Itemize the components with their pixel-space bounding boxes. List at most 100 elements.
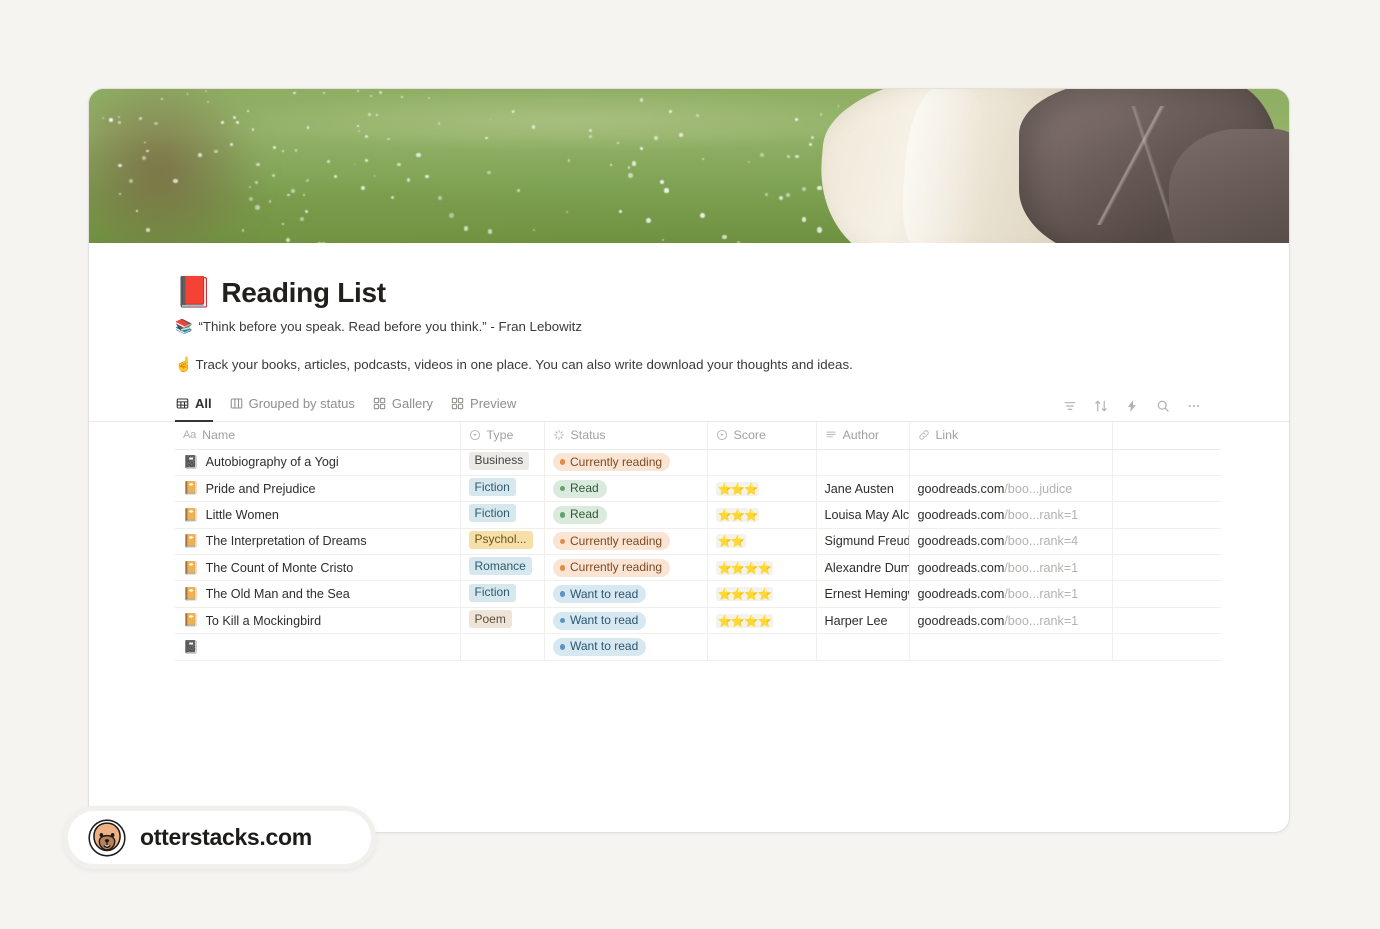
page-description: ☝️ Track your books, articles, podcasts,… (89, 356, 1289, 373)
cell-name[interactable]: 📓 Autobiography of a Yogi (175, 449, 461, 476)
table-row[interactable]: 📔 To Kill a Mockingbird Poem Want to read ⭐⭐… (175, 607, 1221, 635)
cell-status[interactable]: Currently reading (544, 449, 708, 476)
cell-type[interactable]: Psychol... (460, 528, 545, 556)
column-header-link[interactable]: Link (909, 422, 1113, 450)
cell-type[interactable]: Fiction (460, 475, 545, 503)
cell-link[interactable] (909, 449, 1113, 476)
cell-status[interactable]: Currently reading (544, 554, 708, 582)
table-row[interactable]: 📔 Little Women Fiction Read ⭐⭐⭐ Louisa May Al… (175, 501, 1221, 529)
cell-score[interactable]: ⭐⭐ (707, 528, 817, 556)
table-row[interactable]: 📓 Want to read (175, 633, 1221, 661)
cell-author[interactable]: Alexandre Dumas (816, 554, 910, 582)
cell-score[interactable]: ⭐⭐⭐ (707, 475, 817, 503)
search-icon[interactable] (1154, 397, 1172, 415)
table-row[interactable]: 📔 The Count of Monte Cristo Romance Current… (175, 554, 1221, 582)
cell-name[interactable]: 📔 Little Women (175, 501, 461, 529)
cell-link[interactable]: goodreads.com/boo...rank=4 (909, 528, 1113, 556)
cell-name[interactable]: 📔 To Kill a Mockingbird (175, 607, 461, 635)
cell-author[interactable] (816, 449, 910, 476)
cell-type[interactable]: Poem (460, 607, 545, 635)
tab-gallery[interactable]: Gallery (372, 393, 434, 422)
cell-author[interactable]: Louisa May Alcott (816, 501, 910, 529)
cell-name[interactable]: 📓 (175, 633, 461, 661)
book-icon: 📔 (183, 481, 199, 496)
cell-link[interactable]: goodreads.com/boo...rank=1 (909, 580, 1113, 608)
otter-face-icon (88, 818, 126, 857)
automation-icon[interactable] (1123, 397, 1141, 415)
link-domain: goodreads.com (917, 534, 1005, 549)
cell-link[interactable]: goodreads.com/boo...rank=1 (909, 501, 1113, 529)
page-icon-emoji[interactable]: 📕 (175, 278, 212, 308)
cell-status[interactable]: Currently reading (544, 528, 708, 556)
cell-author[interactable]: Harper Lee (816, 607, 910, 635)
cell-status[interactable]: Want to read (544, 580, 708, 608)
more-options-icon[interactable] (1185, 397, 1203, 415)
column-header-type-label: Type (486, 428, 514, 443)
cell-author[interactable]: Ernest Hemingway (816, 580, 910, 608)
cell-link[interactable]: goodreads.com/boo...rank=1 (909, 554, 1113, 582)
status-dot-icon (559, 565, 565, 571)
table-row[interactable]: 📓 Autobiography of a Yogi Business Currentl… (175, 449, 1221, 476)
status-dot-icon (559, 485, 565, 492)
column-header-type[interactable]: Type (460, 422, 545, 450)
database-table-container: Aa Name Type Status Score Author Link 📓 … (89, 422, 1289, 661)
page-title[interactable]: Reading List (221, 277, 386, 309)
status-spinner-icon (553, 429, 565, 441)
cell-status[interactable]: Read (544, 501, 708, 529)
cell-status[interactable]: Want to read (544, 607, 708, 635)
status-label: Currently reading (570, 454, 663, 469)
cell-type[interactable]: Romance (460, 554, 545, 582)
tab-grouped-by-status-label: Grouped by status (248, 395, 355, 411)
column-header-name[interactable]: Aa Name (175, 422, 461, 450)
cell-type[interactable]: Business (460, 449, 545, 476)
page-description-text: Track your books, articles, podcasts, vi… (195, 357, 853, 372)
link-path: /boo...rank=1 (1004, 560, 1079, 575)
tab-preview[interactable]: Preview (450, 393, 517, 422)
cell-name[interactable]: 📔 The Interpretation of Dreams (175, 528, 461, 556)
cell-type[interactable]: Fiction (460, 580, 545, 608)
tab-grouped-by-status[interactable]: Grouped by status (229, 393, 356, 422)
cell-link[interactable]: goodreads.com/boo...rank=1 (909, 607, 1113, 635)
cell-link[interactable]: goodreads.com/boo...judice (909, 475, 1113, 503)
cell-score[interactable]: ⭐⭐⭐⭐ (707, 554, 817, 582)
cell-score[interactable] (707, 449, 817, 476)
column-header-author[interactable]: Author (816, 422, 910, 450)
tab-all[interactable]: All (175, 393, 213, 422)
cell-blank (1112, 554, 1221, 582)
link-icon (918, 429, 930, 441)
cell-score[interactable]: ⭐⭐⭐⭐ (707, 607, 817, 635)
cell-link[interactable] (909, 633, 1113, 661)
cell-status[interactable]: Read (544, 475, 708, 503)
link-domain: goodreads.com (917, 587, 1005, 602)
cell-score[interactable] (707, 633, 817, 661)
score-stars: ⭐⭐⭐ (715, 481, 760, 496)
type-tag: Business (468, 451, 530, 470)
table-row[interactable]: 📔 The Interpretation of Dreams Psychol... C… (175, 528, 1221, 556)
cell-blank (1112, 475, 1221, 503)
cell-status[interactable]: Want to read (544, 633, 708, 661)
book-title: The Old Man and the Sea (205, 587, 350, 602)
status-label: Read (570, 481, 599, 496)
table-row[interactable]: 📔 Pride and Prejudice Fiction Read ⭐⭐⭐ Jane A… (175, 475, 1221, 503)
table-row[interactable]: 📔 The Old Man and the Sea Fiction Want to r… (175, 580, 1221, 608)
cell-type[interactable] (460, 633, 545, 661)
cell-name[interactable]: 📔 Pride and Prejudice (175, 475, 461, 503)
sort-icon[interactable] (1092, 397, 1110, 415)
view-tabs: All Grouped by status Gallery Preview (175, 392, 517, 422)
page-quote: 📚 “Think before you speak. Read before y… (89, 318, 1289, 335)
cell-author[interactable] (816, 633, 910, 661)
cell-author[interactable]: Jane Austen (816, 475, 910, 503)
cell-name[interactable]: 📔 The Count of Monte Cristo (175, 554, 461, 582)
status-badge: Want to read (552, 585, 647, 604)
cell-type[interactable]: Fiction (460, 501, 545, 529)
column-header-blank (1112, 422, 1221, 450)
column-header-score[interactable]: Score (707, 422, 817, 450)
cell-blank (1112, 528, 1221, 556)
column-header-status[interactable]: Status (544, 422, 708, 450)
cell-name[interactable]: 📔 The Old Man and the Sea (175, 580, 461, 608)
text-lines-icon (825, 429, 837, 441)
filter-icon[interactable] (1061, 397, 1079, 415)
cell-author[interactable]: Sigmund Freud (816, 528, 910, 556)
cell-score[interactable]: ⭐⭐⭐⭐ (707, 580, 817, 608)
cell-score[interactable]: ⭐⭐⭐ (707, 501, 817, 529)
